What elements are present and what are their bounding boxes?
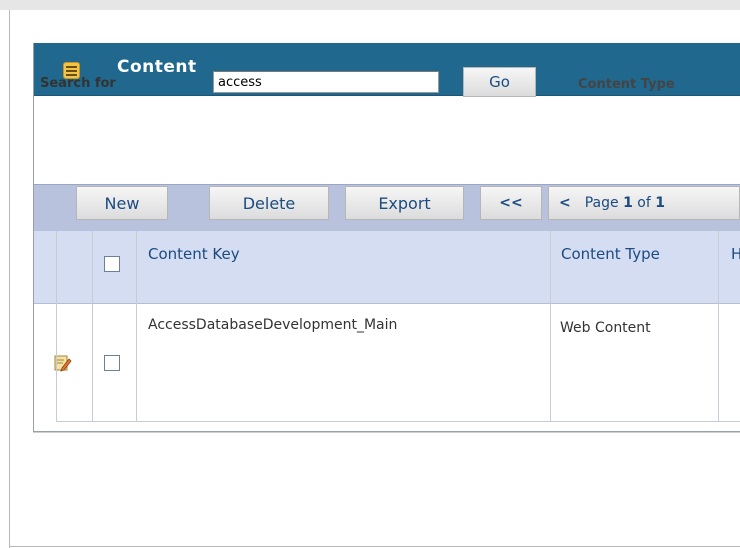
top-strip [0, 0, 740, 10]
page-of: of [637, 195, 651, 211]
panel-title: Content [117, 57, 197, 77]
delete-button[interactable]: Delete [209, 186, 329, 220]
first-page-button[interactable]: << [480, 186, 542, 220]
page-frame-bottom [9, 546, 740, 547]
column-divider [92, 231, 93, 421]
row-checkbox[interactable] [104, 355, 120, 371]
column-divider [550, 231, 551, 421]
table-row-content-type: Web Content [560, 320, 651, 336]
new-button[interactable]: New [76, 186, 168, 220]
page-total: 1 [655, 195, 665, 211]
pager: < Page 1 of 1 [548, 186, 740, 220]
column-header-content-type[interactable]: Content Type [561, 244, 671, 265]
column-divider [136, 231, 137, 421]
go-button[interactable]: Go [463, 67, 536, 97]
page-current: 1 [623, 195, 633, 211]
column-divider [718, 231, 719, 421]
table-row-content-key[interactable]: AccessDatabaseDevelopment_Main [148, 315, 397, 336]
table-bottom-border [56, 421, 740, 422]
column-header-truncated[interactable]: H [731, 244, 740, 265]
prev-page-button[interactable]: < [559, 195, 571, 211]
export-button[interactable]: Export [345, 186, 464, 220]
search-input[interactable] [213, 71, 439, 93]
content-type-label: Content Type [578, 77, 675, 92]
column-divider [56, 231, 57, 421]
search-label: Search for [40, 76, 116, 91]
column-header-content-key[interactable]: Content Key [148, 244, 240, 265]
select-all-checkbox[interactable] [104, 256, 120, 272]
table-header [34, 231, 740, 304]
page-prefix: Page [584, 195, 619, 211]
